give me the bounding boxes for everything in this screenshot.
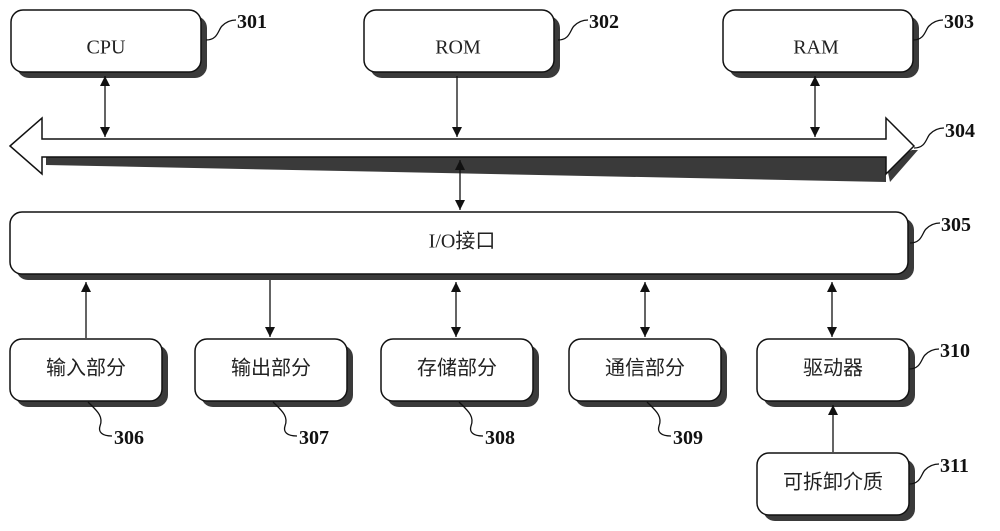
cpu-ref: 301 [237,11,267,33]
input-label: 输入部分 [46,357,126,380]
block-diagram: CPU 301 ROM 302 RAM 303 304 I/O接口 305 输入… [8,9,975,521]
output-box: 输出部分 [194,338,353,407]
cpu-leader [205,19,237,41]
rom-label: ROM [435,37,481,59]
cpu-label: CPU [87,37,126,59]
io-ref: 305 [941,214,971,236]
input-ref: 306 [114,427,144,449]
ram-box: RAM [722,9,919,78]
drive-box: 驱动器 [756,338,915,407]
media-box: 可拆卸介质 [756,452,915,521]
io-interface-box: I/O接口 [9,211,914,280]
bus-ref: 304 [945,120,975,142]
output-leader [272,401,298,437]
output-label: 输出部分 [231,357,311,380]
input-box: 输入部分 [9,338,168,407]
media-label: 可拆卸介质 [783,471,883,494]
cpu-box: CPU [10,9,207,78]
storage-label: 存储部分 [417,357,497,380]
comm-label: 通信部分 [605,357,685,380]
system-bus [8,116,918,182]
rom-leader [557,19,589,41]
drive-label: 驱动器 [803,357,863,380]
io-label: I/O接口 [429,230,496,253]
io-leader [909,222,941,244]
rom-ref: 302 [589,11,619,33]
storage-leader [458,401,484,437]
storage-ref: 308 [485,427,515,449]
media-ref: 311 [940,455,969,477]
storage-box: 存储部分 [380,338,539,407]
ram-label: RAM [793,37,839,59]
comm-leader [646,401,672,437]
comm-box: 通信部分 [568,338,727,407]
rom-box: ROM [363,9,560,78]
ram-ref: 303 [944,11,974,33]
comm-ref: 309 [673,427,703,449]
bus-leader [913,127,945,149]
drive-ref: 310 [940,340,970,362]
output-ref: 307 [299,427,329,449]
input-leader [87,401,113,437]
